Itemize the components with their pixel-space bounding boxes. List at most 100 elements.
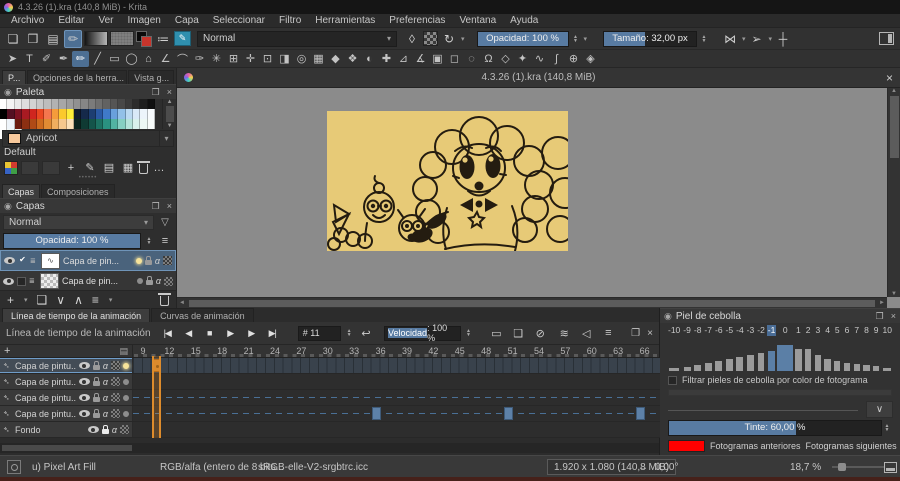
onion-frame-number[interactable]: 6	[844, 325, 851, 336]
onion-opacity-bar[interactable]	[814, 355, 821, 371]
palette-swatch[interactable]	[7, 119, 15, 129]
onion-column[interactable]: -3	[746, 325, 756, 371]
docker-lock-icon[interactable]: ◉	[4, 201, 12, 212]
drop-frames-icon[interactable]: ↩	[357, 327, 375, 340]
onion-opacity-bar[interactable]	[757, 353, 765, 371]
palette-swatch[interactable]	[29, 109, 37, 119]
onion-opacity-bar[interactable]	[824, 359, 831, 371]
timeline-ruler[interactable]: + ▤ 9 12 15 18 21 24 27 30 33 36 39 42 45 48 51 54 57 60 6…	[0, 345, 659, 358]
onion-frame-number[interactable]: -1	[766, 325, 777, 336]
tool-calligraphy[interactable]: ✒	[55, 51, 72, 67]
edit-swatch-icon[interactable]: ✎	[82, 160, 98, 176]
color-well-a[interactable]	[21, 160, 39, 175]
tool-fill[interactable]: ◆	[327, 51, 344, 67]
layer-properties-button[interactable]: ≡	[92, 293, 99, 307]
onion-column[interactable]: -7	[703, 325, 713, 371]
inherit-alpha-icon[interactable]	[120, 425, 129, 434]
tool-similar-select[interactable]: ✦	[514, 51, 531, 67]
palette-swatch[interactable]	[96, 109, 104, 119]
tool-rect-select[interactable]: ◻	[446, 51, 463, 67]
onion-frame-number[interactable]: 0	[782, 325, 789, 336]
onion-frame-number[interactable]: -4	[735, 325, 745, 336]
palette-swatch[interactable]	[7, 99, 15, 109]
close-docker-icon[interactable]: ×	[167, 87, 172, 98]
alpha-lock-icon[interactable]: α	[103, 377, 108, 387]
onion-frame-number[interactable]: -7	[703, 325, 713, 336]
palette-swatch[interactable]	[140, 109, 148, 119]
palette-swatch[interactable]	[44, 119, 52, 129]
delete-layer-button[interactable]	[158, 293, 171, 306]
palette-swatch[interactable]	[118, 119, 126, 129]
palette-swatch[interactable]	[59, 99, 67, 109]
palette-swatch[interactable]	[66, 99, 74, 109]
palette-swatch[interactable]	[0, 99, 8, 109]
timeline-layer-name-cell[interactable]: ➴ Fondo α	[0, 422, 133, 437]
onion-column[interactable]: 5	[833, 325, 842, 371]
inherit-alpha-icon[interactable]	[163, 256, 172, 265]
selected-color-row[interactable]: Apricot ▾	[2, 130, 174, 147]
menu-item[interactable]: Ventana	[452, 14, 503, 27]
close-docker-icon[interactable]: ×	[891, 311, 896, 322]
menu-item[interactable]: Filtro	[272, 14, 308, 27]
layer-checkbox[interactable]: ✔	[18, 256, 27, 265]
tool-rectangle[interactable]: ▭	[106, 51, 123, 67]
tool-freehand-brush[interactable]: ✏	[72, 50, 89, 67]
pattern-chooser-icon[interactable]	[110, 31, 134, 46]
visibility-eye-icon[interactable]	[87, 426, 99, 433]
timeline-tab[interactable]: Curvas de animación	[151, 308, 254, 322]
onion-frame-number[interactable]: 9	[873, 325, 880, 336]
onion-opacity-bar[interactable]	[736, 357, 744, 371]
tool-enclose-fill[interactable]: ❖	[344, 51, 361, 67]
eraser-mode-icon[interactable]: ◊	[403, 30, 421, 48]
layer-row[interactable]: ≣ Capa de pin... α	[0, 271, 176, 290]
onion-opacity-bar[interactable]	[863, 365, 870, 371]
speed-field[interactable]: Velocidad : 100 %	[384, 323, 461, 343]
onion-opacity-bar[interactable]	[694, 365, 702, 371]
tool-smart-patch[interactable]: ✚	[378, 51, 395, 67]
palette-swatch[interactable]	[14, 119, 23, 129]
duplicate-layer-button[interactable]: ❑	[37, 293, 48, 307]
zoom-slider[interactable]	[832, 456, 884, 478]
tool-transform[interactable]: ⊞	[225, 51, 242, 67]
onion-column[interactable]: 10	[882, 325, 893, 371]
lock-icon[interactable]	[92, 408, 100, 418]
palette-swatch[interactable]	[51, 109, 60, 119]
current-frame-field[interactable]: # 11	[297, 325, 342, 341]
palette-swatch[interactable]	[103, 99, 111, 109]
timeline-scrollbar[interactable]	[0, 443, 659, 453]
onion-opacity-bar[interactable]	[853, 364, 860, 371]
layer-checkbox[interactable]	[17, 276, 26, 286]
onion-opacity-bar[interactable]	[768, 351, 776, 371]
tool-polyline[interactable]: ∠	[157, 51, 174, 67]
palette-swatch[interactable]	[88, 99, 97, 109]
scroll-right-icon[interactable]: ►	[877, 300, 887, 306]
new-frame-icon[interactable]: ▭	[487, 327, 505, 340]
onion-frame-number[interactable]: 4	[824, 325, 831, 336]
open-image-icon[interactable]: ❒	[24, 30, 42, 48]
palette-swatch[interactable]	[0, 109, 8, 119]
canvas[interactable]: ▲ ▼ ◄ ►	[177, 88, 900, 308]
layer-row[interactable]: ✔ ≣ ∿ Capa de pin... α	[0, 250, 176, 271]
lock-icon[interactable]	[144, 255, 152, 265]
onion-skin-bulb-icon[interactable]	[123, 362, 129, 369]
tint-slider[interactable]: Tinte: 60,00 %	[668, 420, 882, 436]
reload-preset-icon[interactable]: ↻	[440, 30, 458, 48]
menu-item[interactable]: Preferencias	[382, 14, 452, 27]
artwork[interactable]	[327, 111, 568, 251]
menu-item[interactable]: Ayuda	[503, 14, 545, 27]
scroll-down-icon[interactable]: ▼	[891, 291, 897, 297]
visibility-eye-icon[interactable]	[78, 410, 90, 417]
layer-opacity-slider[interactable]: Opacidad: 100 %	[3, 232, 141, 249]
palette-swatch[interactable]	[44, 109, 52, 119]
float-docker-icon[interactable]: ❐	[152, 87, 160, 98]
onion-frame-number[interactable]: -2	[756, 325, 766, 336]
more-options-icon[interactable]: …	[151, 160, 167, 176]
menu-item[interactable]: Seleccionar	[206, 14, 272, 27]
palette-swatch[interactable]	[0, 119, 8, 129]
visibility-eye-icon[interactable]	[4, 257, 15, 264]
onion-skin-icon[interactable]: ≋	[555, 327, 573, 340]
tool-gradient[interactable]: ◨	[276, 51, 293, 67]
alpha-lock-icon[interactable]: α	[103, 393, 108, 403]
mirror-horizontal-icon[interactable]: ⋈	[721, 30, 739, 48]
palette-swatch[interactable]	[147, 119, 156, 129]
